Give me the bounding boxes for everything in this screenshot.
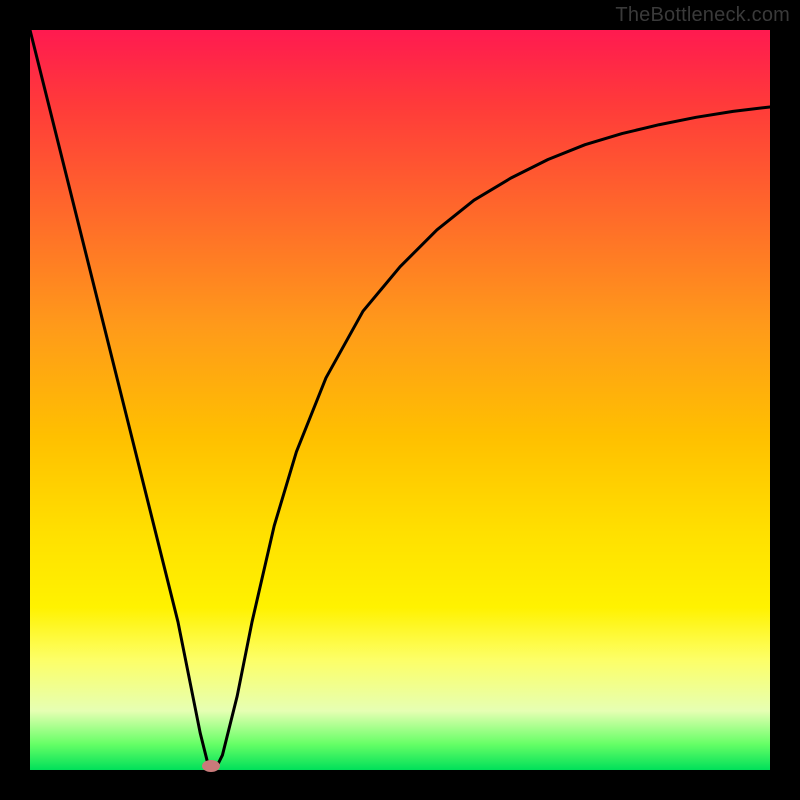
watermark-text: TheBottleneck.com: [615, 4, 790, 27]
chart-frame: TheBottleneck.com: [0, 0, 800, 800]
optimal-point-marker: [202, 760, 220, 772]
bottleneck-curve: [30, 30, 770, 770]
plot-area: [30, 30, 770, 770]
curve-svg: [30, 30, 770, 770]
